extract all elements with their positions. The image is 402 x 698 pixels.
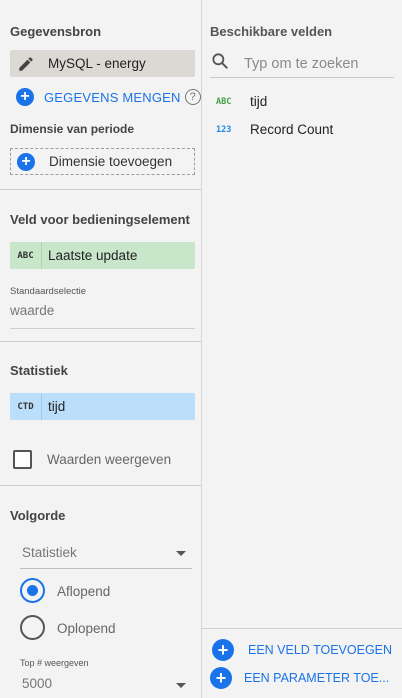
control-field-heading: Veld voor bedieningselement bbox=[10, 212, 190, 227]
search-icon bbox=[210, 51, 230, 76]
add-circle-icon: + bbox=[210, 667, 232, 689]
field-item[interactable]: ABC tijd bbox=[216, 94, 267, 109]
add-actions-bar: + EEN VELD TOEVOEGEN + EEN PARAMETER TOE… bbox=[202, 628, 402, 698]
input-underline bbox=[10, 328, 195, 329]
top-n-label: Top # weergeven bbox=[20, 658, 89, 668]
text-type-icon[interactable]: ABC bbox=[10, 242, 42, 269]
add-parameter-label: EEN PARAMETER TOE... bbox=[244, 671, 390, 685]
sort-field-value: Statistiek bbox=[22, 545, 77, 560]
descending-radio[interactable] bbox=[20, 578, 45, 603]
date-dimension-heading: Dimensie van periode bbox=[10, 122, 135, 136]
order-heading: Volgorde bbox=[10, 508, 66, 523]
dropdown-caret-icon bbox=[176, 683, 186, 688]
top-n-value: 5000 bbox=[22, 676, 53, 691]
data-source-heading: Gegevensbron bbox=[10, 24, 102, 39]
control-field-section: Veld voor bedieningselement ABC Laatste … bbox=[0, 190, 201, 342]
field-item[interactable]: 123 Record Count bbox=[216, 122, 333, 137]
add-field-button[interactable]: + EEN VELD TOEVOEGEN bbox=[212, 639, 392, 661]
sort-field-select[interactable]: Statistiek bbox=[20, 543, 192, 569]
pencil-icon[interactable] bbox=[10, 50, 42, 77]
add-circle-icon: + bbox=[16, 88, 34, 106]
data-source-section: Gegevensbron MySQL - energy + GEGEVENS M… bbox=[0, 0, 201, 190]
data-source-name: MySQL - energy bbox=[48, 56, 146, 71]
add-parameter-button[interactable]: + EEN PARAMETER TOE... bbox=[210, 667, 389, 689]
control-field-chip[interactable]: ABC Laatste update bbox=[10, 242, 195, 269]
add-circle-icon: + bbox=[212, 639, 234, 661]
ascending-label: Oplopend bbox=[57, 621, 116, 636]
field-name: tijd bbox=[250, 94, 268, 109]
add-circle-icon: + bbox=[17, 152, 35, 171]
available-fields-heading: Beschikbare velden bbox=[210, 24, 333, 39]
number-type-icon: 123 bbox=[216, 124, 232, 135]
metric-heading: Statistiek bbox=[10, 363, 68, 378]
default-selection-input[interactable]: waarde bbox=[10, 303, 54, 318]
help-icon[interactable]: ? bbox=[184, 89, 201, 105]
metric-field-name: tijd bbox=[48, 399, 66, 414]
show-values-checkbox[interactable] bbox=[13, 450, 32, 469]
blend-data-button[interactable]: + GEGEVENS MENGEN ? bbox=[16, 88, 201, 106]
top-n-select[interactable]: 5000 bbox=[20, 674, 192, 698]
dropdown-caret-icon bbox=[176, 551, 186, 556]
text-type-icon: ABC bbox=[216, 96, 232, 107]
field-type-tag: CTD bbox=[17, 401, 34, 412]
field-name: Record Count bbox=[250, 122, 334, 137]
ascending-radio[interactable] bbox=[20, 615, 45, 640]
default-selection-label: Standaardselectie bbox=[10, 286, 87, 297]
count-distinct-type-icon[interactable]: CTD bbox=[10, 393, 42, 420]
metric-chip[interactable]: CTD tijd bbox=[10, 393, 195, 420]
data-config-panel: Gegevensbron MySQL - energy + GEGEVENS M… bbox=[0, 0, 202, 698]
available-fields-panel: Beschikbare velden Typ om te zoeken ABC … bbox=[202, 0, 402, 698]
add-date-dimension-button[interactable]: + Dimensie toevoegen bbox=[10, 148, 195, 175]
add-field-label: EEN VELD TOEVOEGEN bbox=[248, 643, 393, 657]
descending-label: Aflopend bbox=[57, 584, 111, 599]
data-source-chip[interactable]: MySQL - energy bbox=[10, 50, 195, 77]
add-dimension-label: Dimensie toevoegen bbox=[49, 154, 173, 169]
field-type-tag: ABC bbox=[17, 250, 34, 261]
control-field-name: Laatste update bbox=[48, 248, 138, 263]
blend-data-label: GEGEVENS MENGEN bbox=[44, 89, 181, 105]
field-search[interactable]: Typ om te zoeken bbox=[210, 50, 394, 78]
search-placeholder: Typ om te zoeken bbox=[244, 55, 359, 72]
show-values-label: Waarden weergeven bbox=[47, 452, 172, 467]
